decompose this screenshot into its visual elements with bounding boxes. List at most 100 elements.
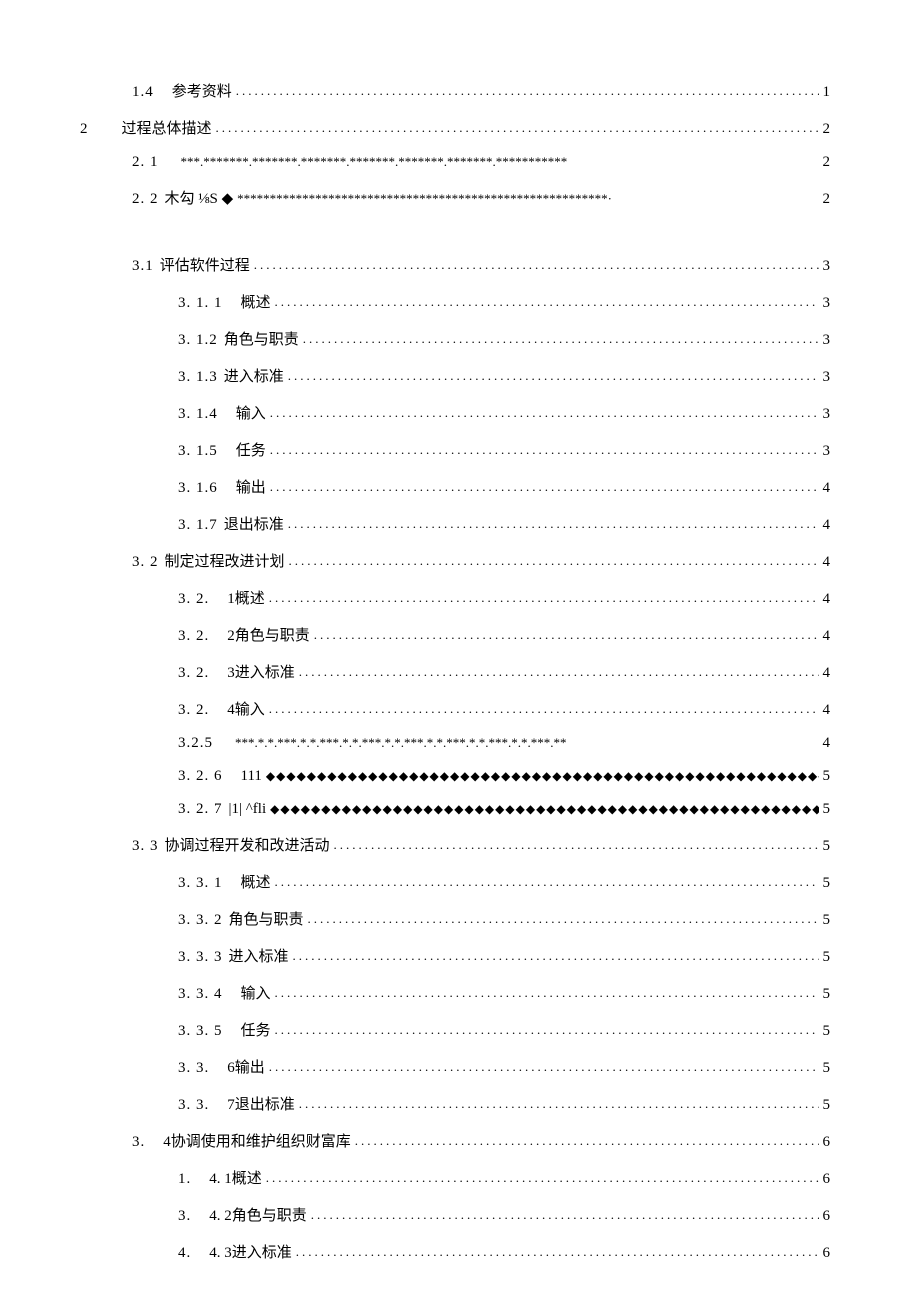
toc-leader [236, 83, 819, 99]
toc-number: 3. 1.7 [178, 517, 218, 534]
toc-leader [299, 664, 819, 680]
toc-title: 111 [241, 768, 262, 785]
toc-entry: 3. 1.2角色与职责3 [90, 328, 830, 349]
toc-entry: 3. 3. 1概述 5 [90, 871, 830, 892]
toc-page: 2 [823, 121, 831, 138]
toc-leader [275, 1022, 819, 1038]
toc-number: 3. 3. 3 [178, 949, 223, 966]
toc-number: 3. [132, 1134, 145, 1151]
toc-title: 协调过程开发和改进活动 [165, 834, 330, 855]
toc-entry: 3. 2.4输入 4 [90, 698, 830, 719]
toc-leader [289, 553, 819, 569]
toc-title: 过程总体描述 [122, 117, 212, 138]
toc-title: 4输入 [227, 698, 265, 719]
toc-leader: ◆◆◆◆◆◆◆◆◆◆◆◆◆◆◆◆◆◆◆◆◆◆◆◆◆◆◆◆◆◆◆◆◆◆◆◆◆◆◆◆… [270, 802, 818, 817]
toc-entry: 1.4. 1概述 6 [90, 1167, 830, 1188]
toc-entry: 3. 3协调过程开发和改进活动 5 [90, 834, 830, 855]
toc-entry: 3.1评估软件过程3 [90, 254, 830, 275]
toc-title: 4协调使用和维护组织财富库 [163, 1130, 351, 1151]
toc-number: 3. 3. 1 [178, 875, 223, 892]
toc-leader: ****************************************… [237, 191, 818, 207]
toc-number: 3. 3. 2 [178, 912, 223, 929]
toc-entry: 3. 1.6输出 4 [90, 476, 830, 497]
toc-page: 5 [823, 838, 831, 855]
toc-number: 3. 2. [178, 591, 209, 608]
toc-entry: 3. 2. 3进入标准 4 [90, 661, 830, 682]
toc-number: 3. 2. [178, 665, 209, 682]
toc-title: 木勾 ⅛S ◆ [165, 187, 234, 208]
toc-number: 3. [178, 1208, 191, 1225]
toc-title: 3进入标准 [227, 661, 295, 682]
toc-number: 3. 3. 4 [178, 986, 223, 1003]
toc-page: 3 [823, 332, 831, 349]
toc-leader: ***.*******.*******.*******.*******.****… [181, 154, 819, 170]
toc-title: 4. 1概述 [209, 1167, 262, 1188]
toc-page: 5 [823, 912, 831, 929]
toc-leader [216, 120, 819, 136]
toc-leader [275, 985, 819, 1001]
toc-title: 任务 [241, 1019, 271, 1040]
toc-chapter-number: 2 [80, 121, 88, 138]
toc-title: 输出 [236, 476, 266, 497]
toc-entry: 3. 1. 1概述 3 [90, 291, 830, 312]
toc-page: 4 [823, 517, 831, 534]
toc-title: 退出标准 [224, 513, 284, 534]
toc-number: 3. 1.4 [178, 406, 218, 423]
toc-title: 输入 [236, 402, 266, 423]
toc-number: 3. 2 [132, 554, 159, 571]
toc-title: 2角色与职责 [227, 624, 310, 645]
toc-number: 4. [178, 1245, 191, 1262]
toc-number: 3. 2. 6 [178, 768, 223, 785]
toc-page: 3 [823, 258, 831, 275]
toc-page: 2 [823, 191, 831, 208]
table-of-contents: 1.4参考资料12过程总体描述22. 1***.*******.*******.… [90, 80, 830, 1262]
toc-leader [314, 627, 819, 643]
toc-entry: 3. 1.7 退出标准 4 [90, 513, 830, 534]
toc-title: 角色与职责 [229, 908, 304, 929]
toc-leader [334, 837, 819, 853]
toc-page: 2 [823, 154, 831, 171]
toc-entry: 2. 1***.*******.*******.*******.*******.… [90, 154, 830, 171]
toc-entry: 1.4参考资料1 [90, 80, 830, 101]
toc-title: 4. 3进入标准 [209, 1241, 292, 1262]
toc-number: 3. 1.2 [178, 332, 218, 349]
toc-leader [355, 1133, 819, 1149]
toc-entry: 3. 2制定过程改进计划 4 [90, 550, 830, 571]
toc-number: 1.4 [132, 84, 154, 101]
toc-title: 进入标准 [229, 945, 289, 966]
toc-page: 6 [823, 1245, 831, 1262]
toc-leader [288, 368, 819, 384]
toc-number: 3. 3. [178, 1097, 209, 1114]
toc-entry: 3. 3. 2 角色与职责 5 [90, 908, 830, 929]
toc-page: 3 [823, 369, 831, 386]
toc-leader: ***.*.*.***.*.*.***.*.*.***.*.*.***.*.*.… [235, 735, 819, 751]
toc-page: 6 [823, 1134, 831, 1151]
toc-entry: 3. 1.3 进入标准 3 [90, 365, 830, 386]
toc-entry: 3. 3. 5任务 5 [90, 1019, 830, 1040]
toc-page: 5 [823, 1060, 831, 1077]
toc-page: 4 [823, 591, 831, 608]
toc-number: 3. 2. 7 [178, 801, 223, 818]
toc-title: 进入标准 [224, 365, 284, 386]
toc-entry: 2. 2木勾 ⅛S ◆ ****************************… [90, 187, 830, 208]
toc-page: 5 [823, 1023, 831, 1040]
toc-leader [275, 874, 819, 890]
toc-entry: 3. 1.5任务 3 [90, 439, 830, 460]
toc-number: 3. 1.3 [178, 369, 218, 386]
toc-entry: 3. 3. 3 进入标准 5 [90, 945, 830, 966]
toc-leader [269, 1059, 819, 1075]
toc-number: 3. 1.6 [178, 480, 218, 497]
toc-title: 任务 [236, 439, 266, 460]
toc-leader [270, 442, 819, 458]
toc-entry: 3. 2. 6111◆◆◆◆◆◆◆◆◆◆◆◆◆◆◆◆◆◆◆◆◆◆◆◆◆◆◆◆◆◆… [90, 768, 830, 785]
toc-title: 4. 2角色与职责 [209, 1204, 307, 1225]
toc-page: 5 [823, 949, 831, 966]
toc-page: 5 [823, 801, 831, 818]
toc-page: 4 [823, 665, 831, 682]
toc-leader [296, 1244, 819, 1260]
toc-leader [308, 911, 819, 927]
toc-page: 6 [823, 1208, 831, 1225]
toc-entry: 3. 2.2角色与职责 4 [90, 624, 830, 645]
toc-title: 概述 [241, 291, 271, 312]
toc-entry: 3. 3.7退出标准5 [90, 1093, 830, 1114]
